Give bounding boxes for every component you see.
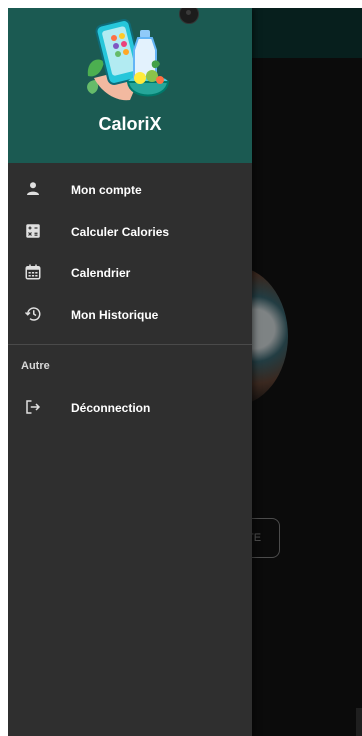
drawer-item-calculer-calories[interactable]: Calculer Calories xyxy=(8,212,252,252)
logout-icon xyxy=(26,400,41,414)
calendar-icon xyxy=(25,264,41,280)
drawer-item-label: Calendrier xyxy=(71,266,131,280)
calculator-icon xyxy=(26,224,40,238)
drawer-divider xyxy=(8,344,252,345)
drawer-item-label: Déconnection xyxy=(71,401,151,415)
drawer-item-label: Calculer Calories xyxy=(71,225,170,239)
app-title: CaloriX xyxy=(98,114,162,134)
drawer-item-deconnection[interactable]: Déconnection xyxy=(8,388,252,428)
drawer-item-mon-compte[interactable]: Mon compte xyxy=(8,170,252,210)
person-icon xyxy=(27,182,39,195)
drawer-item-calendrier[interactable]: Calendrier xyxy=(8,253,252,293)
drawer-item-mon-historique[interactable]: Mon Historique xyxy=(8,295,252,335)
drawer-item-label: Mon Historique xyxy=(71,308,159,322)
navigation-drawer: CaloriX Mon compte Calculer Calories Cal… xyxy=(8,8,252,736)
drawer-item-label: Mon compte xyxy=(71,183,142,197)
section-label: Autre xyxy=(21,360,50,372)
drawer-header: CaloriX xyxy=(8,8,252,163)
screen: TE CaloriX Mon compte Calculer Calories … xyxy=(8,8,362,736)
history-icon xyxy=(24,307,41,321)
app-logo xyxy=(87,19,170,101)
